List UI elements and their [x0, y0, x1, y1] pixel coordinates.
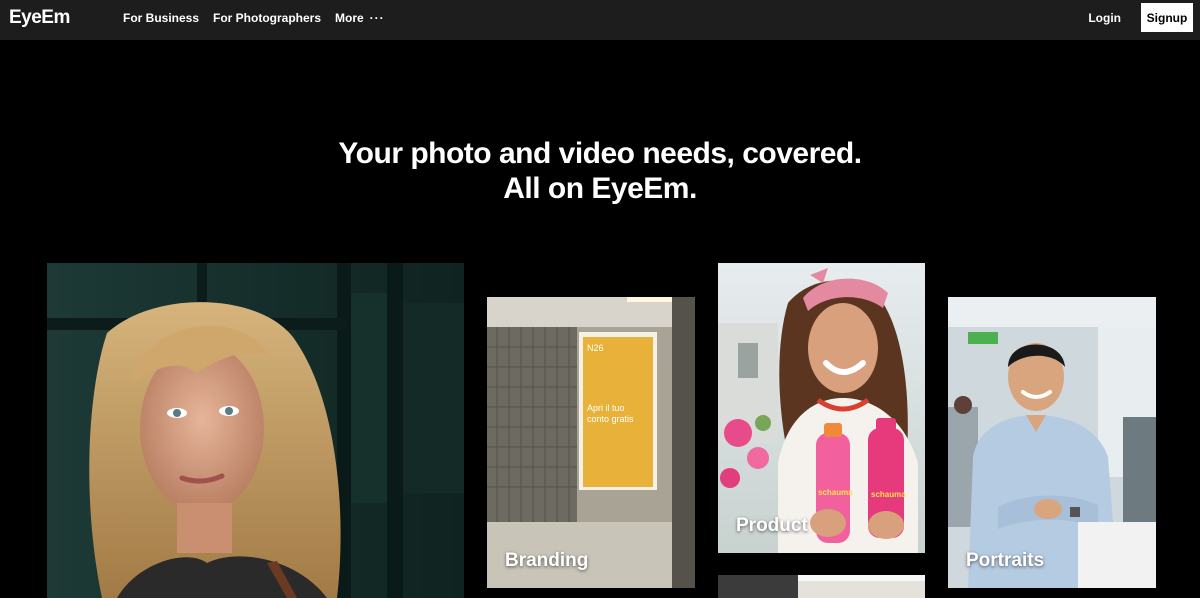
tile-portrait-photo[interactable] — [47, 263, 464, 598]
tile-branding[interactable]: N26 Apri il tuo conto gratis Branding — [487, 297, 695, 588]
more-dots-icon: ··· — [369, 11, 385, 25]
poster-text-1: Apri il tuo — [587, 403, 625, 413]
signup-button[interactable]: Signup — [1141, 3, 1193, 32]
poster-text-2: conto gratis — [587, 414, 634, 424]
partial-tile-image — [718, 575, 925, 598]
top-navigation-bar: EyeEm For Business For Photographers Mor… — [0, 0, 1200, 40]
poster-logo: N26 — [587, 343, 604, 353]
tile-product[interactable]: schauma schauma Product — [718, 263, 925, 553]
tile-label-product: Product — [736, 515, 808, 536]
portrait-woman-image — [47, 263, 464, 598]
tile-label-portraits: Portraits — [966, 550, 1045, 571]
nav-for-photographers[interactable]: For Photographers — [213, 11, 321, 25]
nav-more-label: More — [335, 11, 364, 25]
hero-line-2: All on EyeEm. — [503, 172, 697, 205]
hero-line-1: Your photo and video needs, covered. — [338, 137, 862, 170]
bottle-label-1: schauma — [818, 488, 853, 497]
bottle-label-2: schauma — [871, 490, 906, 499]
eyeem-logo[interactable]: EyeEm — [9, 7, 70, 29]
nav-for-business[interactable]: For Business — [123, 11, 199, 25]
tile-partial-next[interactable] — [718, 575, 925, 598]
hero-heading: Your photo and video needs, covered. All… — [0, 136, 1200, 206]
nav-more[interactable]: More ··· — [335, 11, 385, 25]
tile-portraits[interactable]: Portraits — [948, 297, 1156, 588]
tile-label-branding: Branding — [505, 550, 589, 571]
branding-image: N26 Apri il tuo conto gratis — [487, 297, 695, 588]
login-link[interactable]: Login — [1088, 11, 1121, 25]
product-image: schauma schauma — [718, 263, 925, 553]
portraits-image — [948, 297, 1156, 588]
